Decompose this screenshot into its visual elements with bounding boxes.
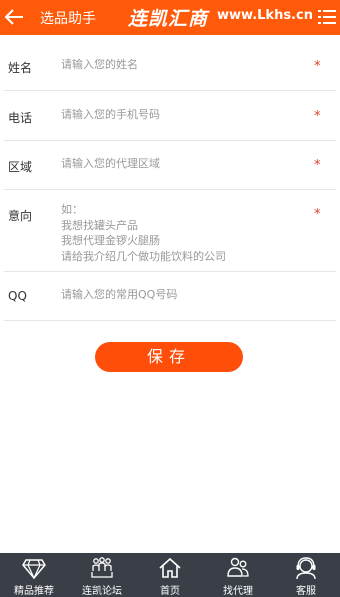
- nav-item-forum[interactable]: 连凯论坛: [68, 553, 136, 597]
- phone-row: 电话 *: [4, 91, 336, 141]
- nav-label: 找代理: [223, 586, 253, 597]
- name-label: 姓名: [8, 61, 33, 75]
- intent-label: 意向: [8, 209, 33, 223]
- nav-item-customer-service[interactable]: 客服: [272, 553, 340, 597]
- nav-label: 首页: [160, 586, 180, 597]
- brand-url: www.Lkhs.cn: [217, 8, 313, 23]
- nav-item-find-agent[interactable]: 找代理: [204, 553, 272, 597]
- nav-item-home[interactable]: 首页: [136, 553, 204, 597]
- qq-input[interactable]: [61, 288, 306, 301]
- name-row: 姓名 *: [4, 42, 336, 91]
- bottom-nav: 精品推荐 连凯论坛 首页 找代理 客服: [0, 553, 340, 597]
- region-label: 区域: [8, 160, 33, 174]
- required-mark: *: [314, 59, 321, 74]
- required-mark: *: [314, 207, 321, 222]
- intent-row: 意向 如： 我想找罐头产品 我想代理金锣火腿肠 请给我介绍几个做功能饮料的公司 …: [4, 190, 336, 272]
- brand-logo-text: 连凯汇商: [128, 8, 209, 30]
- phone-label: 电话: [8, 111, 33, 125]
- agents-icon: [227, 557, 249, 577]
- nav-label: 精品推荐: [14, 586, 54, 597]
- intent-textarea[interactable]: 如： 我想找罐头产品 我想代理金锣火腿肠 请给我介绍几个做功能饮料的公司: [61, 202, 306, 272]
- qq-row: QQ: [4, 272, 336, 321]
- region-input[interactable]: [61, 157, 306, 170]
- phone-input[interactable]: [61, 108, 306, 121]
- save-button[interactable]: 保存: [95, 342, 243, 372]
- home-icon: [159, 557, 181, 578]
- nav-label: 连凯论坛: [82, 586, 122, 597]
- page-title: 选品助手: [40, 11, 96, 27]
- required-mark: *: [314, 109, 321, 124]
- diamond-icon: [22, 559, 46, 580]
- nav-item-featured[interactable]: 精品推荐: [0, 553, 68, 597]
- list-menu-icon[interactable]: [318, 8, 336, 26]
- name-input[interactable]: [61, 58, 306, 71]
- customer-service-icon: [296, 557, 316, 580]
- arrow-left-icon[interactable]: [3, 7, 25, 27]
- region-row: 区域 *: [4, 141, 336, 190]
- forum-people-icon: [91, 557, 113, 578]
- top-header: 选品助手 连凯汇商 www.Lkhs.cn: [0, 0, 340, 35]
- qq-label: QQ: [8, 289, 27, 303]
- nav-label: 客服: [296, 586, 316, 597]
- required-mark: *: [314, 158, 321, 173]
